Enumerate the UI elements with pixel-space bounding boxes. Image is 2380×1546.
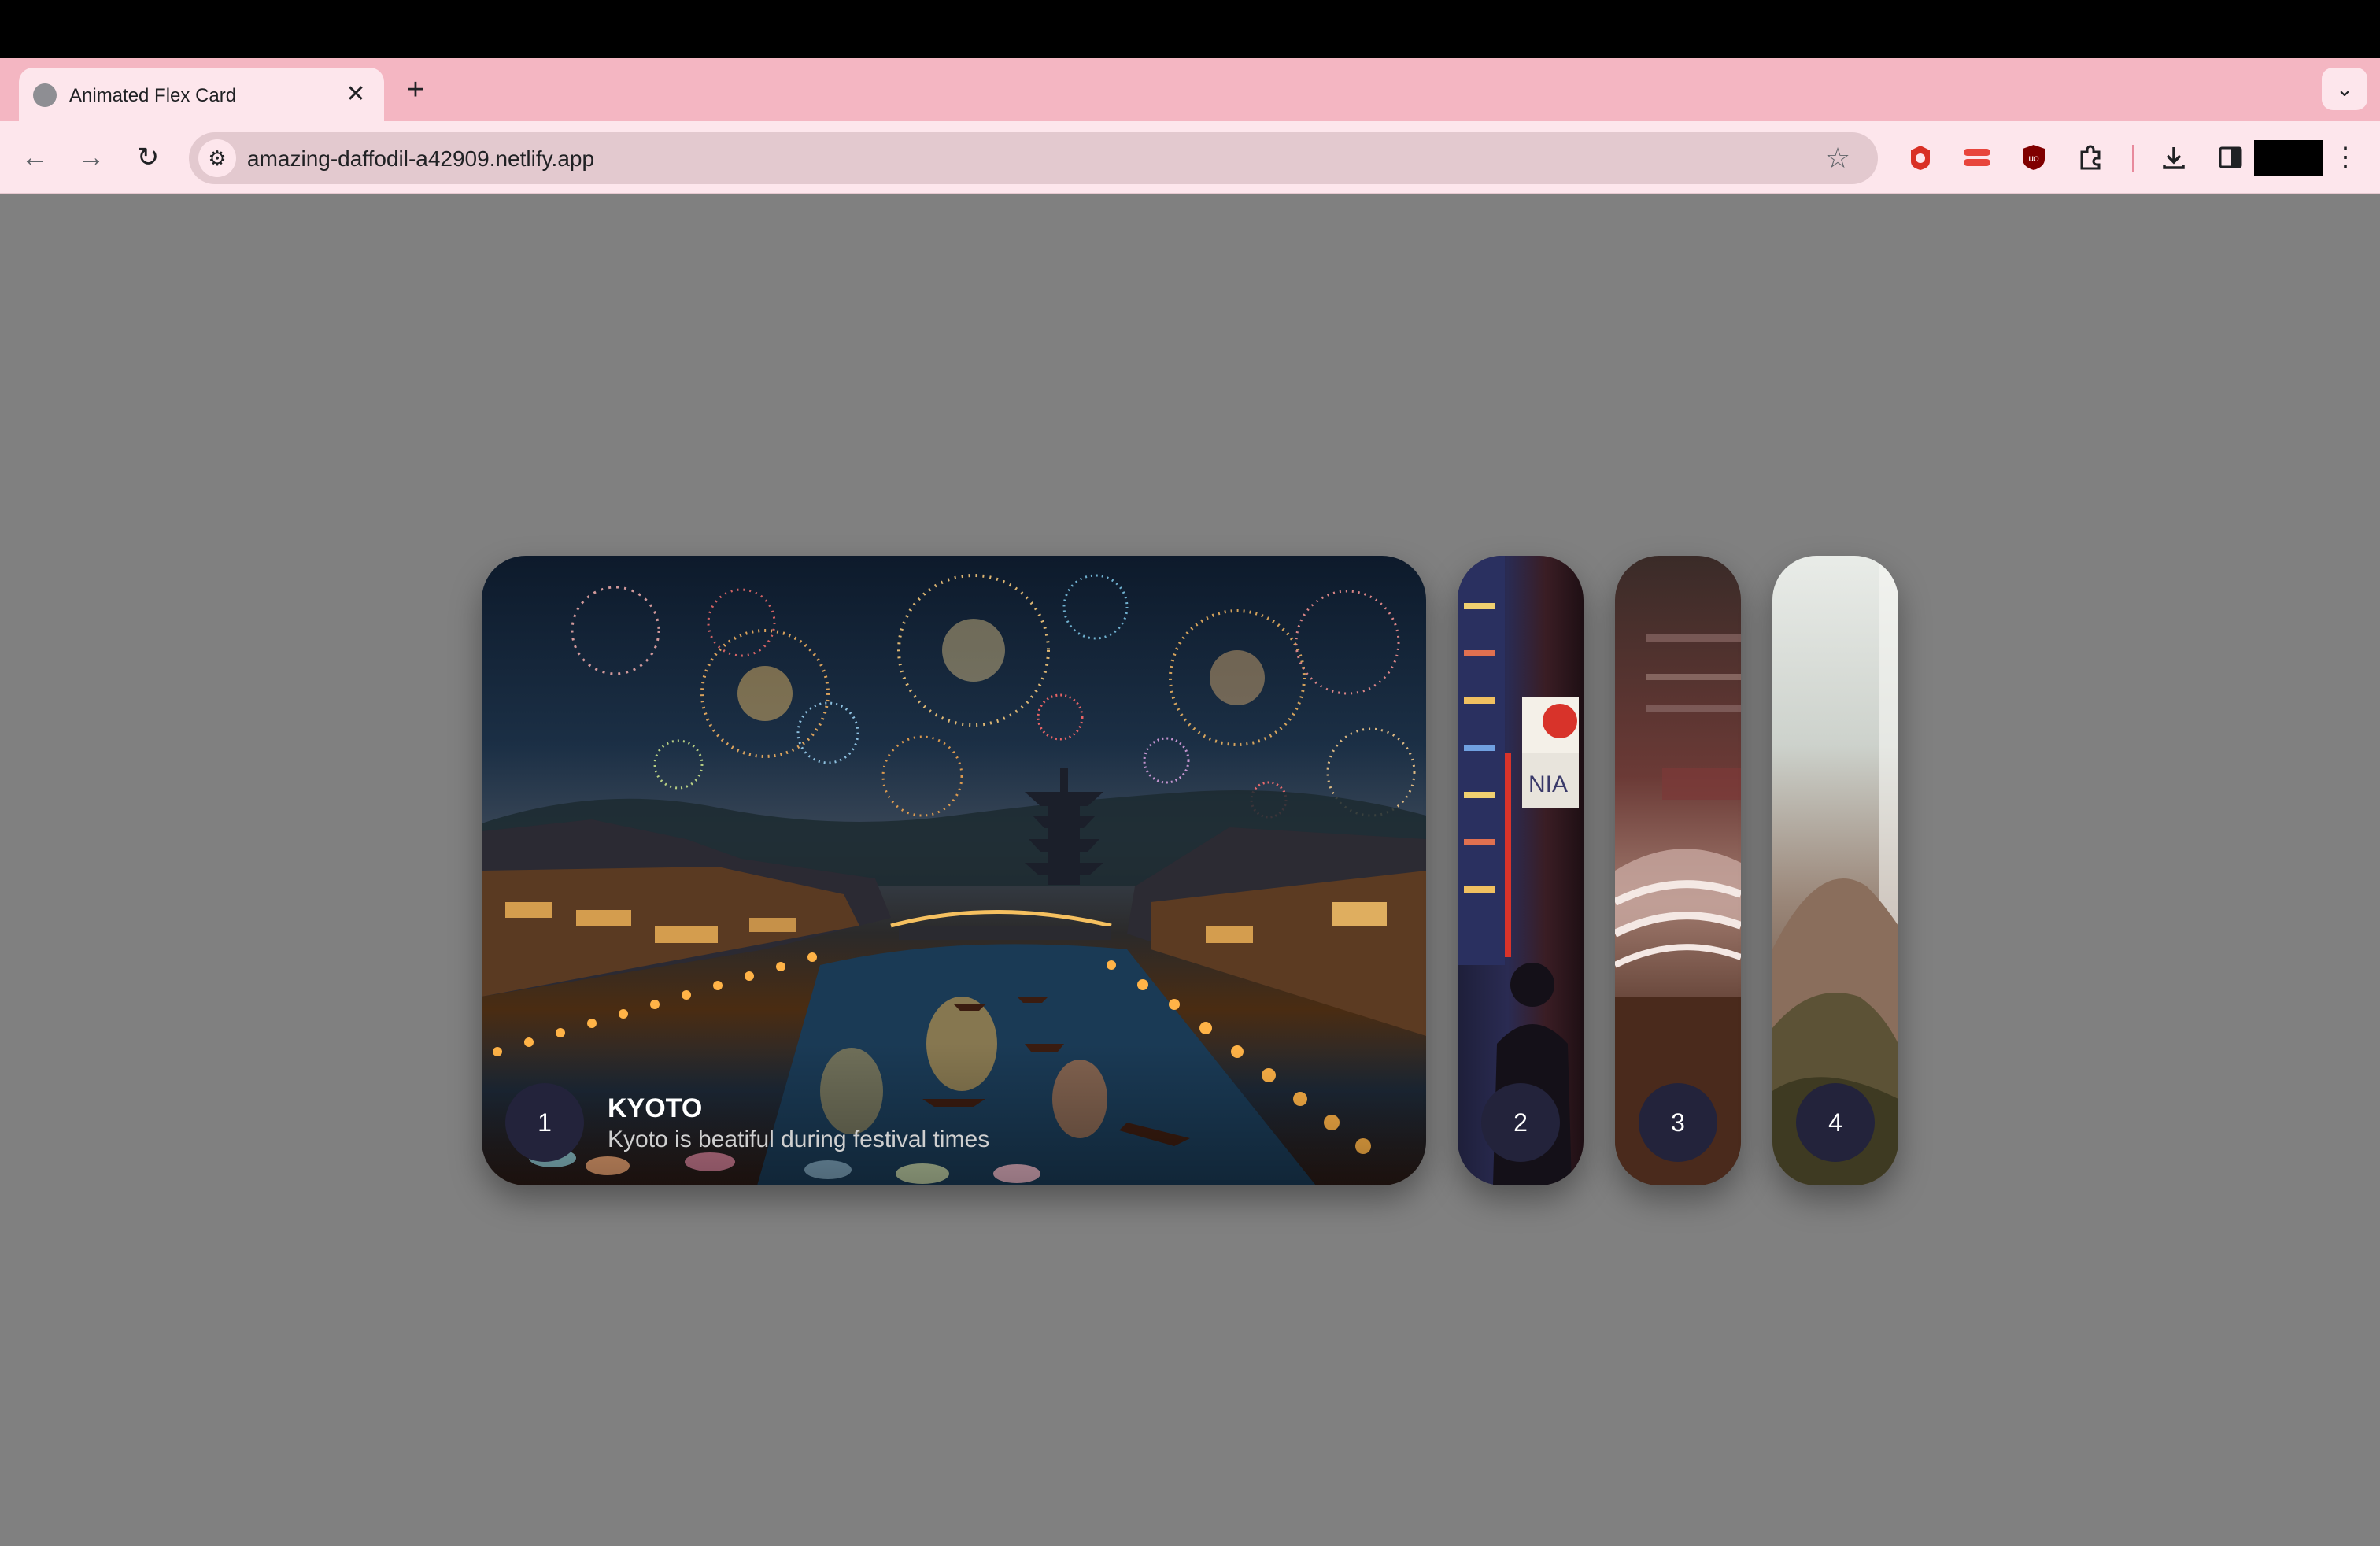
kebab-menu-icon[interactable]: ⋮ (2331, 140, 2360, 175)
browser-tab[interactable]: Animated Flex Card ✕ (19, 68, 384, 121)
card-title: KYOTO (608, 1093, 703, 1123)
extension-icon[interactable]: uo (2016, 140, 2051, 175)
browser-toolbar: ← → ↻ ⚙ amazing-daffodil-a42909.netlify.… (0, 121, 2380, 194)
address-bar[interactable]: ⚙ amazing-daffodil-a42909.netlify.app ☆ (189, 132, 1878, 184)
kyoto-festival-image (482, 574, 1426, 1185)
download-icon[interactable] (2156, 140, 2191, 175)
site-settings-icon[interactable]: ⚙ (198, 139, 236, 177)
card-number-badge: 4 (1796, 1083, 1875, 1162)
side-panel-icon[interactable] (2213, 140, 2248, 175)
page-content: 1 KYOTO Kyoto is beatiful during festiva… (0, 194, 2380, 1546)
tab-strip: Animated Flex Card ✕ + ⌄ (0, 58, 2380, 121)
extension-icon[interactable] (1903, 140, 1938, 175)
card-number-badge: 1 (505, 1083, 584, 1162)
reload-icon[interactable]: ↻ (128, 137, 168, 178)
card-number-badge: 3 (1639, 1083, 1717, 1162)
forward-arrow-icon[interactable]: → (71, 137, 112, 178)
svg-text:uo: uo (2028, 153, 2039, 164)
flex-card-1[interactable]: 1 KYOTO Kyoto is beatiful during festiva… (482, 556, 1426, 1185)
svg-text:NIA: NIA (1528, 771, 1568, 797)
close-icon[interactable]: ✕ (340, 79, 371, 110)
puzzle-icon[interactable] (2073, 140, 2108, 175)
toolbar-divider (2132, 145, 2134, 172)
card-info: KYOTO Kyoto is beatiful during festival … (608, 1093, 989, 1156)
chevron-down-icon[interactable]: ⌄ (2322, 68, 2367, 110)
card-description: Kyoto is beatiful during festival times (608, 1126, 990, 1152)
flex-card-3[interactable]: 3 (1615, 556, 1741, 1185)
star-icon[interactable]: ☆ (1820, 140, 1856, 176)
tab-title: Animated Flex Card (69, 85, 237, 106)
card-number-badge: 2 (1481, 1083, 1560, 1162)
flex-card-4[interactable]: 4 (1772, 556, 1898, 1185)
url-text[interactable]: amazing-daffodil-a42909.netlify.app (247, 146, 594, 172)
flex-card-2[interactable]: NIA 2 (1458, 556, 1584, 1185)
avatar[interactable] (2254, 140, 2323, 176)
back-arrow-icon[interactable]: ← (14, 137, 55, 178)
plus-icon[interactable]: + (398, 72, 433, 107)
extension-icon[interactable] (1960, 140, 1994, 175)
system-top-bar (0, 0, 2380, 58)
globe-icon (33, 83, 57, 107)
